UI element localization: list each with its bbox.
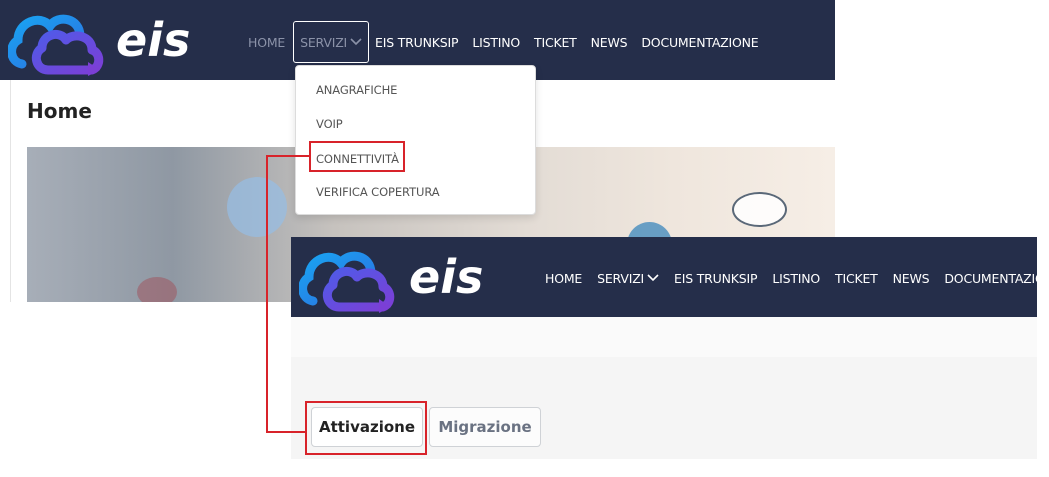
highlight-box-attivazione <box>305 401 427 455</box>
decor-cloud-download-icon <box>732 192 787 227</box>
connector-line-top <box>266 155 310 157</box>
top-navbar: eis HOME SERVIZI EIS TRUNKSIP LISTINO TI… <box>291 237 1037 317</box>
highlight-box-connettivita <box>309 141 405 172</box>
page-title: Home <box>27 99 92 123</box>
nav-news[interactable]: NEWS <box>591 35 628 50</box>
dropdown-item-verifica-copertura[interactable]: VERIFICA COPERTURA <box>316 185 440 199</box>
nav-servizi[interactable]: SERVIZI <box>293 21 370 63</box>
nav-home[interactable]: HOME <box>248 35 285 50</box>
nav-listino[interactable]: LISTINO <box>472 35 520 50</box>
connector-line-vertical <box>266 155 268 433</box>
nav-news[interactable]: NEWS <box>893 271 930 286</box>
svg-text:eis: eis <box>409 250 483 304</box>
nav-home[interactable]: HOME <box>545 271 582 286</box>
chevron-down-icon <box>647 274 659 282</box>
tab-label: Migrazione <box>438 418 532 436</box>
nav-eis-trunksip[interactable]: EIS TRUNKSIP <box>375 35 458 50</box>
svg-text:eis: eis <box>116 13 190 67</box>
nav-servizi[interactable]: SERVIZI <box>597 271 659 286</box>
nav-listino[interactable]: LISTINO <box>772 271 820 286</box>
connector-line-bottom <box>266 431 306 433</box>
eis-cloud-logo-icon[interactable]: eis <box>299 239 514 315</box>
nav-documentazione[interactable]: DOCUMENTAZIONE <box>641 35 758 50</box>
chevron-down-icon <box>350 38 362 46</box>
servizi-dropdown-menu: ANAGRAFICHE VOIP CONNETTIVITÀ VERIFICA C… <box>295 65 536 215</box>
main-menu: HOME SERVIZI EIS TRUNKSIP LISTINO TICKET… <box>248 21 773 63</box>
dropdown-item-voip[interactable]: VOIP <box>316 117 343 131</box>
decor-shield-icon <box>227 177 287 237</box>
decor-cart-icon <box>137 277 177 302</box>
tab-migrazione[interactable]: Migrazione <box>429 407 541 447</box>
eis-cloud-logo-icon[interactable]: eis <box>8 4 223 78</box>
sidebar-divider <box>10 80 11 302</box>
nav-ticket[interactable]: TICKET <box>835 271 878 286</box>
nav-ticket[interactable]: TICKET <box>534 35 577 50</box>
nav-documentazione[interactable]: DOCUMENTAZIONE <box>944 271 1037 286</box>
content-band <box>291 317 1037 357</box>
nav-eis-trunksip[interactable]: EIS TRUNKSIP <box>674 271 757 286</box>
dropdown-item-anagrafiche[interactable]: ANAGRAFICHE <box>316 83 397 97</box>
main-menu: HOME SERVIZI EIS TRUNKSIP LISTINO TICKET… <box>545 265 1037 291</box>
